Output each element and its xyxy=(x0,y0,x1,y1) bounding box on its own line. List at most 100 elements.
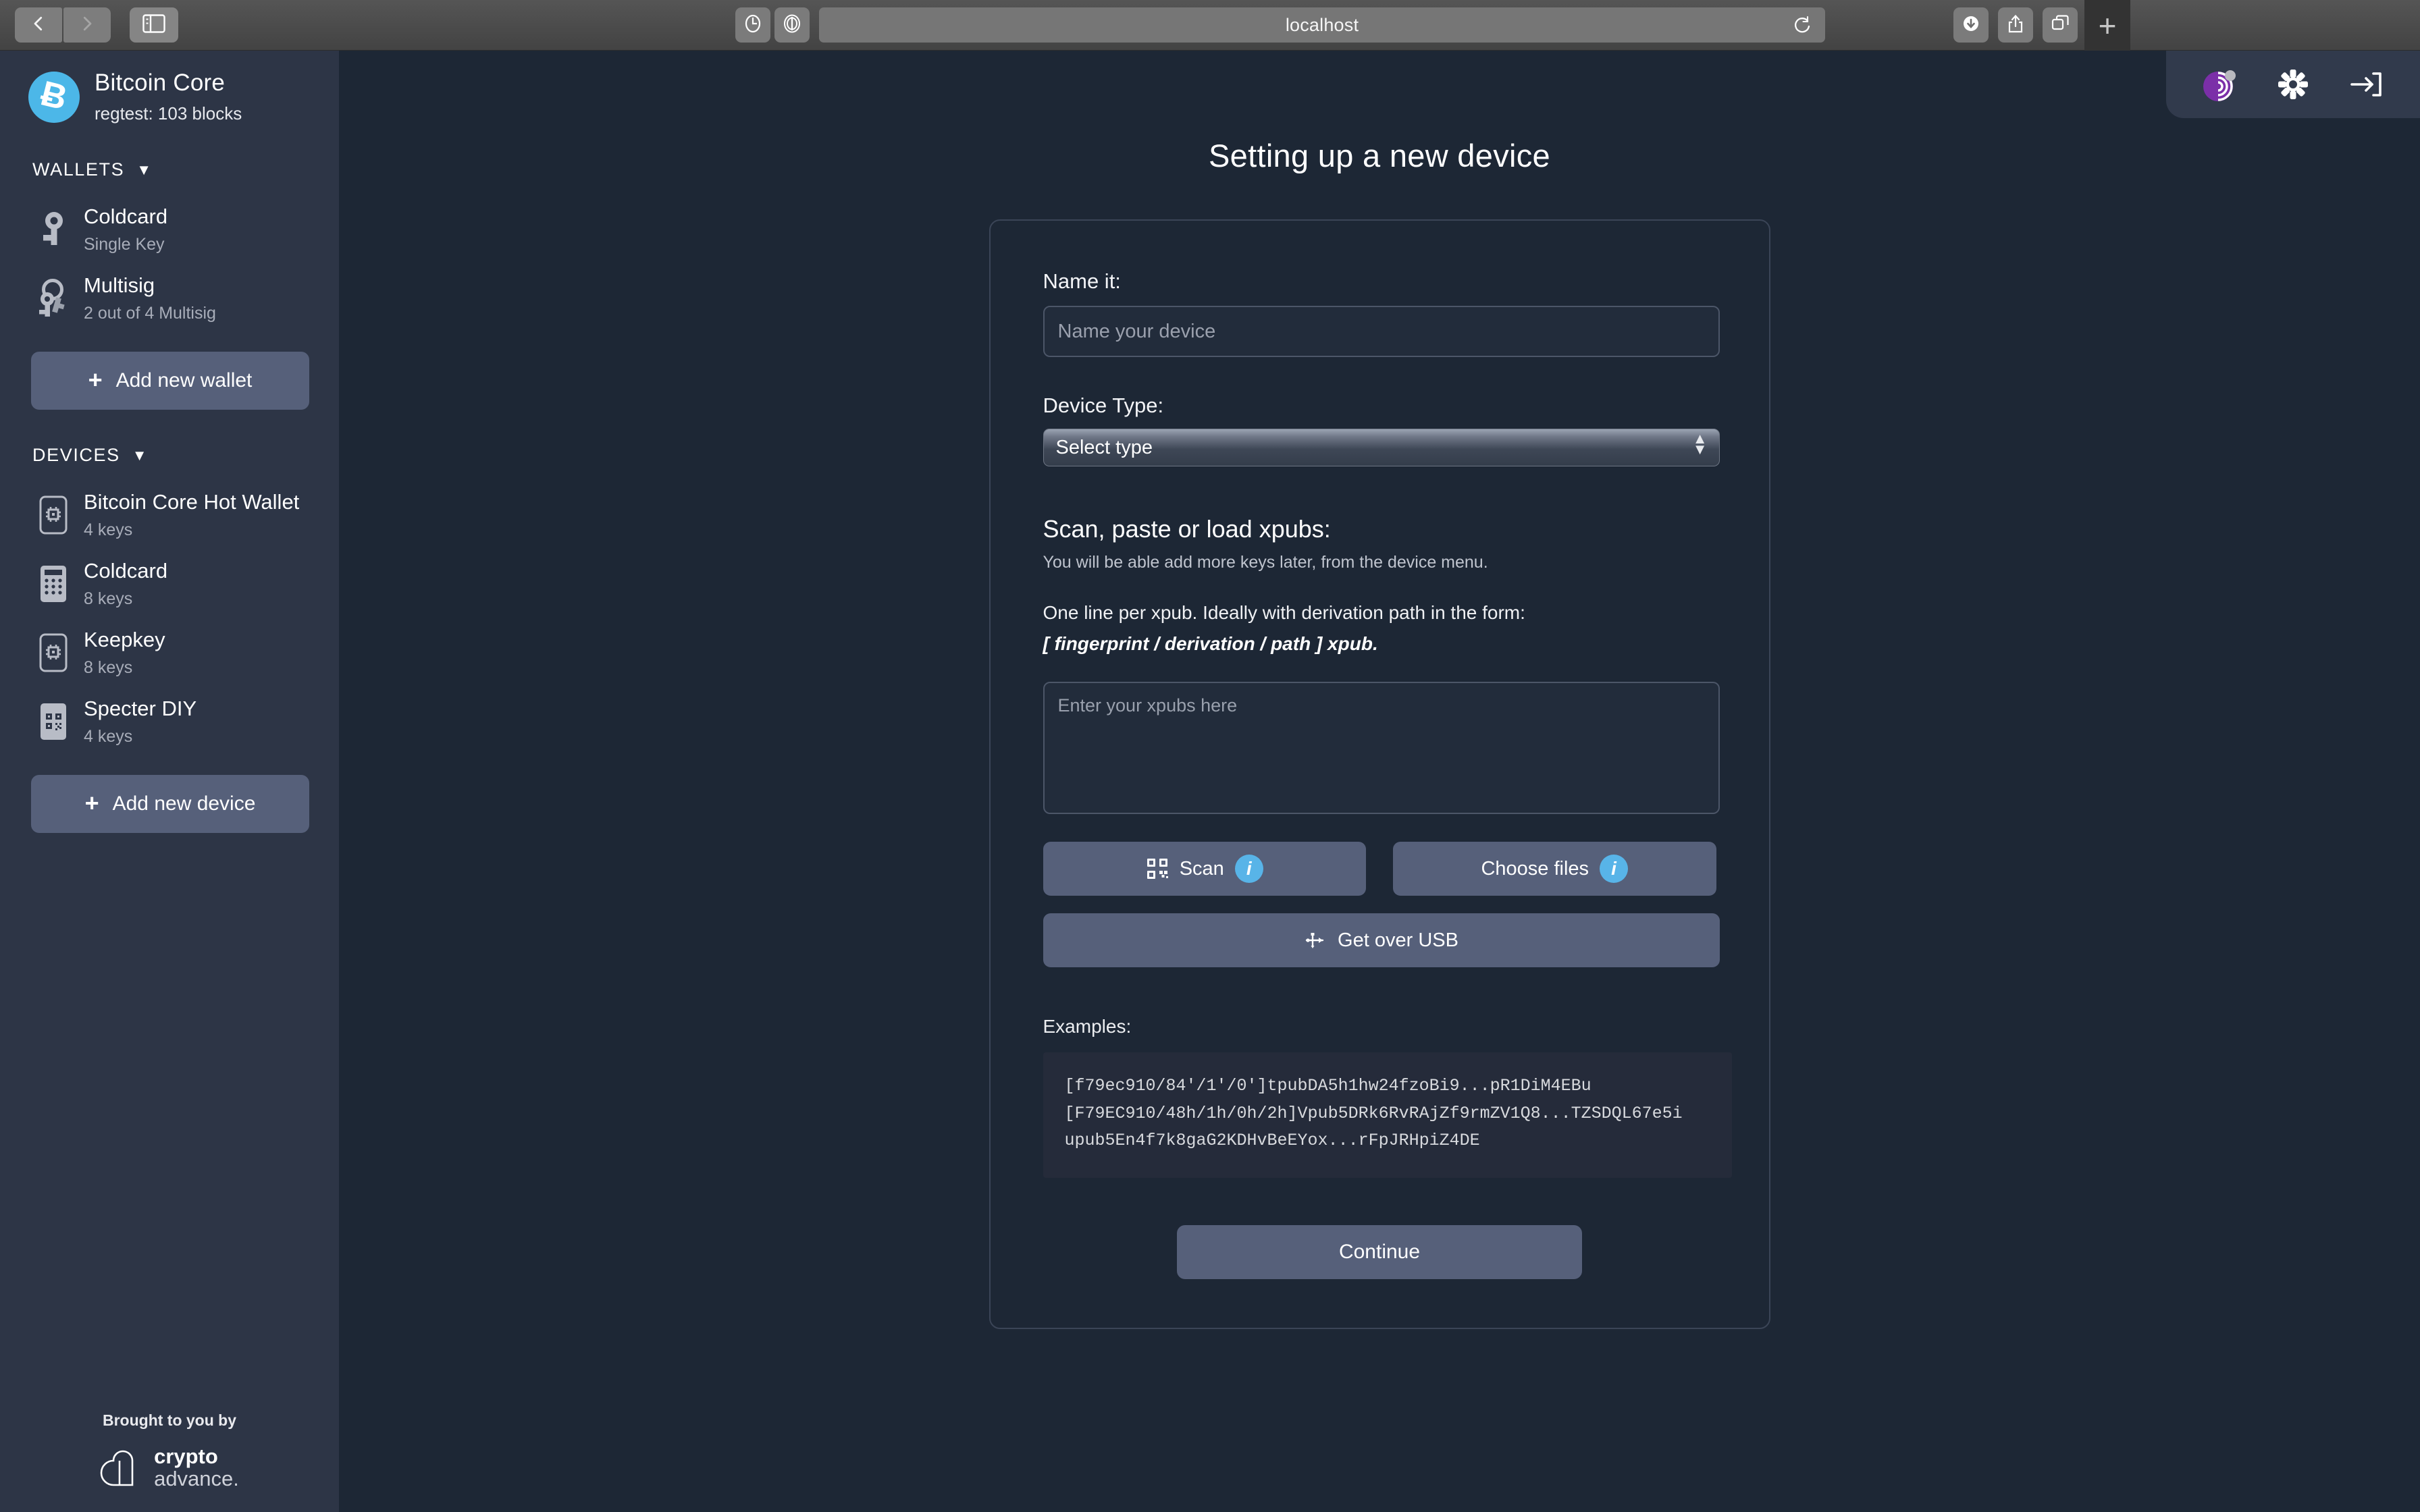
tor-onion-icon[interactable] xyxy=(2201,65,2240,104)
reader-mode-icon xyxy=(782,14,802,37)
gear-icon[interactable] xyxy=(2273,65,2313,104)
devices-section-header[interactable]: DEVICES ▼ xyxy=(0,445,339,466)
add-new-wallet-button[interactable]: + Add new wallet xyxy=(31,352,309,410)
add-new-device-label: Add new device xyxy=(113,792,256,815)
multi-key-icon xyxy=(32,279,74,318)
url-bar[interactable]: localhost xyxy=(819,7,1825,43)
sidebar-toggle-icon xyxy=(142,14,165,36)
xpubs-form-format: [ fingerprint / derivation / path ] xpub… xyxy=(1043,633,1716,655)
plus-icon: + xyxy=(85,791,99,815)
example-line: [f79ec910/84'/1'/0']tpubDA5h1hw24fzoBi9.… xyxy=(1065,1073,1710,1100)
xpub-source-buttons: Scan i Choose files i xyxy=(1043,842,1716,896)
reader-mode-button[interactable] xyxy=(774,7,810,43)
footer-byline: Brought to you by xyxy=(103,1411,236,1430)
bitcoin-icon: Ƀ xyxy=(28,72,80,123)
url-text: localhost xyxy=(1286,15,1359,36)
downloads-button[interactable] xyxy=(1953,7,1989,43)
single-key-icon xyxy=(32,211,74,248)
choose-files-info-icon[interactable]: i xyxy=(1600,855,1628,883)
plus-icon: + xyxy=(88,368,103,392)
cryptoadvance-wordmark: crypto advance. xyxy=(154,1446,239,1490)
browser-nav-group xyxy=(15,7,111,43)
device-setup-card: Name it: Device Type: Select type ▲ ▼ Sc… xyxy=(989,219,1770,1329)
sidebar-item-wallet-multisig[interactable]: Multisig 2 out of 4 Multisig xyxy=(0,264,339,333)
qr-code-icon xyxy=(1146,857,1169,880)
browser-toolbar: localhost + xyxy=(0,0,2420,51)
scan-label: Scan xyxy=(1180,858,1224,880)
devices-section-title: DEVICES xyxy=(32,445,120,466)
device-type-select-wrap: Select type ▲ ▼ xyxy=(1043,429,1720,466)
get-over-usb-label: Get over USB xyxy=(1338,929,1458,952)
chevron-right-icon xyxy=(77,14,97,37)
get-over-usb-button[interactable]: Get over USB xyxy=(1043,913,1720,967)
device-type-label: Device Type: xyxy=(1043,394,1716,418)
continue-wrap: Continue xyxy=(1043,1225,1716,1279)
device-name: Coldcard xyxy=(84,559,167,583)
device-sub: 4 keys xyxy=(84,520,299,540)
sidebar-item-device-specter-diy[interactable]: Specter DIY 4 keys xyxy=(0,687,339,756)
forward-button[interactable] xyxy=(63,7,111,43)
add-new-wallet-label: Add new wallet xyxy=(116,369,253,392)
back-button[interactable] xyxy=(15,7,62,43)
xpubs-note: You will be able add more keys later, fr… xyxy=(1043,553,1716,572)
example-line: [F79EC910/48h/1h/0h/2h]Vpub5DRk6RvRAjZf9… xyxy=(1065,1100,1710,1128)
cryptoadvance-word-1: crypto xyxy=(154,1446,239,1468)
wallet-text: Coldcard Single Key xyxy=(84,205,167,254)
chevron-down-icon[interactable]: ▼ xyxy=(136,163,152,178)
share-icon xyxy=(2005,13,2026,38)
main-content: Setting up a new device Name it: Device … xyxy=(339,51,2420,1512)
sidebar-item-device-coldcard[interactable]: Coldcard 8 keys xyxy=(0,549,339,618)
cryptoadvance-word-2: advance. xyxy=(154,1468,239,1490)
xpubs-heading: Scan, paste or load xpubs: xyxy=(1043,515,1716,543)
sidebar-toggle-button[interactable] xyxy=(130,7,178,43)
keypad-device-icon xyxy=(32,564,74,604)
browser-mid-group: localhost xyxy=(735,7,1825,43)
wallet-sub: 2 out of 4 Multisig xyxy=(84,304,216,323)
wallets-list: Coldcard Single Key Multisig 2 out of 4 … xyxy=(0,195,339,333)
chevron-down-icon[interactable]: ▼ xyxy=(132,448,148,463)
brand-subtitle: regtest: 103 blocks xyxy=(95,103,242,124)
continue-button[interactable]: Continue xyxy=(1177,1225,1582,1279)
sidebar-item-device-keepkey[interactable]: Keepkey 8 keys xyxy=(0,618,339,687)
device-name: Specter DIY xyxy=(84,697,196,721)
device-text: Keepkey 8 keys xyxy=(84,628,165,678)
sidebar-item-device-bitcoin-core-hot-wallet[interactable]: Bitcoin Core Hot Wallet 4 keys xyxy=(0,481,339,549)
sidebar-footer: Brought to you by crypto advance. xyxy=(0,1411,339,1490)
privacy-report-button[interactable] xyxy=(735,7,770,43)
xpubs-textarea[interactable] xyxy=(1043,682,1720,814)
examples-code-block: [f79ec910/84'/1'/0']tpubDA5h1hw24fzoBi9.… xyxy=(1043,1052,1732,1178)
device-text: Coldcard 8 keys xyxy=(84,559,167,609)
brand-header[interactable]: Ƀ Bitcoin Core regtest: 103 blocks xyxy=(0,51,339,124)
wallets-section-header[interactable]: WALLETS ▼ xyxy=(0,159,339,180)
cryptoadvance-logo[interactable]: crypto advance. xyxy=(100,1446,239,1490)
brand-title: Bitcoin Core xyxy=(95,70,242,97)
wallet-name: Coldcard xyxy=(84,205,167,229)
device-sub: 4 keys xyxy=(84,727,196,747)
device-name-input[interactable] xyxy=(1043,306,1720,357)
device-type-select[interactable]: Select type xyxy=(1043,429,1720,466)
brand-text: Bitcoin Core regtest: 103 blocks xyxy=(95,70,242,124)
device-name: Bitcoin Core Hot Wallet xyxy=(84,490,299,514)
top-action-bar xyxy=(2166,51,2420,118)
new-tab-button[interactable]: + xyxy=(2084,0,2130,51)
device-sub: 8 keys xyxy=(84,589,167,609)
sidebar-item-wallet-coldcard[interactable]: Coldcard Single Key xyxy=(0,195,339,264)
tab-overview-button[interactable] xyxy=(2043,7,2078,43)
logout-arrow-icon[interactable] xyxy=(2346,65,2386,104)
reload-icon[interactable] xyxy=(1791,15,1812,38)
chip-device-icon xyxy=(32,495,74,535)
qr-device-icon xyxy=(32,701,74,742)
wallet-sub: Single Key xyxy=(84,235,167,254)
shield-icon xyxy=(743,14,763,37)
add-new-device-button[interactable]: + Add new device xyxy=(31,775,309,833)
choose-files-button[interactable]: Choose files i xyxy=(1393,842,1716,896)
cryptoadvance-logo-icon xyxy=(100,1446,144,1490)
wallet-text: Multisig 2 out of 4 Multisig xyxy=(84,273,216,323)
scan-info-icon[interactable]: i xyxy=(1235,855,1263,883)
share-button[interactable] xyxy=(1998,7,2033,43)
scan-button[interactable]: Scan i xyxy=(1043,842,1367,896)
example-line: upub5En4f7k8gaG2KDHvBeEYox...rFpJRHpiZ4D… xyxy=(1065,1127,1710,1155)
device-text: Bitcoin Core Hot Wallet 4 keys xyxy=(84,490,299,540)
device-name: Keepkey xyxy=(84,628,165,652)
usb-icon xyxy=(1304,929,1327,952)
